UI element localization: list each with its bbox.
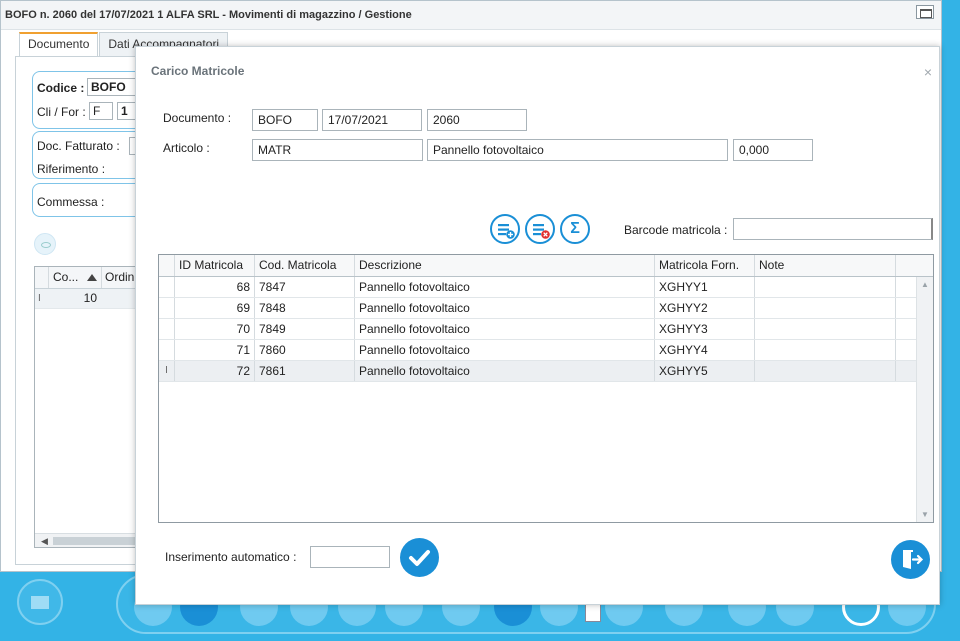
barcode-field[interactable] bbox=[733, 218, 933, 240]
exit-button[interactable] bbox=[891, 540, 930, 579]
cell-descrizione: Pannello fotovoltaico bbox=[355, 340, 655, 360]
barcode-label: Barcode matricola : bbox=[624, 223, 728, 237]
table-row[interactable]: 70 7849 Pannello fotovoltaico XGHYY3 bbox=[159, 319, 917, 340]
cell-matricola-forn: XGHYY5 bbox=[655, 361, 755, 381]
mail-button[interactable] bbox=[17, 579, 63, 625]
cell-matricola-forn: XGHYY2 bbox=[655, 298, 755, 318]
scroll-left-icon[interactable]: ◀ bbox=[41, 536, 48, 547]
cell-descrizione: Pannello fotovoltaico bbox=[355, 277, 655, 297]
table-row[interactable]: 68 7847 Pannello fotovoltaico XGHYY1 bbox=[159, 277, 917, 298]
cell-cod-matricola: 7861 bbox=[255, 361, 355, 381]
tab-documento[interactable]: Documento bbox=[19, 32, 99, 56]
row-indicator bbox=[159, 340, 175, 360]
list-delete-icon bbox=[533, 224, 550, 239]
documento-numero-field[interactable]: 2060 bbox=[427, 109, 527, 131]
barcode-input[interactable] bbox=[739, 219, 931, 239]
close-icon[interactable]: × bbox=[920, 64, 936, 80]
cell-id-matricola: 69 bbox=[175, 298, 255, 318]
window-title: BOFO n. 2060 del 17/07/2021 1 ALFA SRL -… bbox=[1, 1, 941, 30]
dialog-title: Carico Matricole bbox=[151, 64, 245, 78]
eye-icon[interactable] bbox=[34, 233, 56, 255]
table-row[interactable]: I 72 7861 Pannello fotovoltaico XGHYY5 bbox=[159, 361, 917, 382]
cell-cod-matricola: 7849 bbox=[255, 319, 355, 339]
articolo-codice-field[interactable]: MATR bbox=[252, 139, 423, 161]
cell-note bbox=[755, 361, 896, 381]
clifor-label: Cli / For : bbox=[37, 105, 86, 119]
documento-data-field[interactable]: 17/07/2021 bbox=[322, 109, 422, 131]
articolo-quantita-field[interactable]: 0,000 bbox=[733, 139, 813, 161]
row-value: 10 bbox=[83, 291, 97, 305]
cell-note bbox=[755, 298, 896, 318]
cell-matricola-forn: XGHYY1 bbox=[655, 277, 755, 297]
sigma-icon: Σ bbox=[570, 220, 580, 237]
cell-cod-matricola: 7860 bbox=[255, 340, 355, 360]
maximize-icon[interactable] bbox=[916, 5, 934, 19]
matricole-grid: ID Matricola Cod. Matricola Descrizione … bbox=[158, 254, 934, 523]
cell-descrizione: Pannello fotovoltaico bbox=[355, 361, 655, 381]
column-header-descrizione[interactable]: Descrizione bbox=[355, 255, 655, 276]
cell-cod-matricola: 7847 bbox=[255, 277, 355, 297]
checkmark-icon bbox=[409, 550, 430, 566]
documento-tipo-field[interactable]: BOFO bbox=[252, 109, 318, 131]
cell-descrizione: Pannello fotovoltaico bbox=[355, 298, 655, 318]
column-header-co[interactable]: Co... bbox=[53, 267, 78, 288]
row-indicator bbox=[159, 298, 175, 318]
row-indicator: I bbox=[38, 293, 41, 304]
cell-note bbox=[755, 340, 896, 360]
commessa-label: Commessa : bbox=[37, 195, 105, 209]
cell-id-matricola: 72 bbox=[175, 361, 255, 381]
totals-button[interactable]: Σ bbox=[560, 214, 590, 244]
carico-matricole-dialog: Carico Matricole × Documento : BOFO 17/0… bbox=[135, 46, 940, 605]
row-indicator-header bbox=[159, 255, 175, 276]
doc-fatturato-label: Doc. Fatturato : bbox=[37, 139, 120, 153]
cell-id-matricola: 71 bbox=[175, 340, 255, 360]
column-header-note[interactable]: Note bbox=[755, 255, 896, 276]
add-matricola-button[interactable] bbox=[490, 214, 520, 244]
column-header-matricola-forn[interactable]: Matricola Forn. bbox=[655, 255, 755, 276]
sort-asc-icon bbox=[87, 274, 97, 281]
cell-note bbox=[755, 277, 896, 297]
inserimento-automatico-input[interactable] bbox=[316, 547, 389, 567]
delete-matricola-button[interactable] bbox=[525, 214, 555, 244]
row-indicator bbox=[159, 277, 175, 297]
inserimento-automatico-label: Inserimento automatico : bbox=[165, 550, 297, 564]
articolo-label: Articolo : bbox=[163, 141, 210, 155]
column-header-cod-matricola[interactable]: Cod. Matricola bbox=[255, 255, 355, 276]
riferimento-label: Riferimento : bbox=[37, 162, 106, 176]
cell-matricola-forn: XGHYY3 bbox=[655, 319, 755, 339]
scroll-up-icon[interactable]: ▲ bbox=[921, 280, 929, 289]
grid-header: ID Matricola Cod. Matricola Descrizione … bbox=[159, 255, 933, 277]
scroll-down-icon[interactable]: ▼ bbox=[921, 510, 929, 519]
table-row[interactable]: 71 7860 Pannello fotovoltaico XGHYY4 bbox=[159, 340, 917, 361]
cell-id-matricola: 70 bbox=[175, 319, 255, 339]
column-header-id-matricola[interactable]: ID Matricola bbox=[175, 255, 255, 276]
articolo-descrizione-field[interactable]: Pannello fotovoltaico bbox=[427, 139, 728, 161]
cell-note bbox=[755, 319, 896, 339]
list-add-icon bbox=[498, 224, 515, 239]
confirm-button[interactable] bbox=[400, 538, 439, 577]
cell-matricola-forn: XGHYY4 bbox=[655, 340, 755, 360]
exit-door-icon bbox=[903, 550, 924, 569]
documento-label: Documento : bbox=[163, 111, 232, 125]
cell-cod-matricola: 7848 bbox=[255, 298, 355, 318]
inserimento-automatico-field[interactable] bbox=[310, 546, 390, 568]
row-indicator bbox=[159, 319, 175, 339]
cell-id-matricola: 68 bbox=[175, 277, 255, 297]
vertical-scrollbar[interactable]: ▲ ▼ bbox=[916, 277, 933, 522]
row-indicator-header bbox=[35, 267, 49, 288]
clifor-type-field[interactable]: F bbox=[89, 102, 113, 120]
table-row[interactable]: 69 7848 Pannello fotovoltaico XGHYY2 bbox=[159, 298, 917, 319]
codice-label: Codice : bbox=[37, 81, 85, 95]
cell-descrizione: Pannello fotovoltaico bbox=[355, 319, 655, 339]
row-indicator: I bbox=[159, 361, 175, 381]
